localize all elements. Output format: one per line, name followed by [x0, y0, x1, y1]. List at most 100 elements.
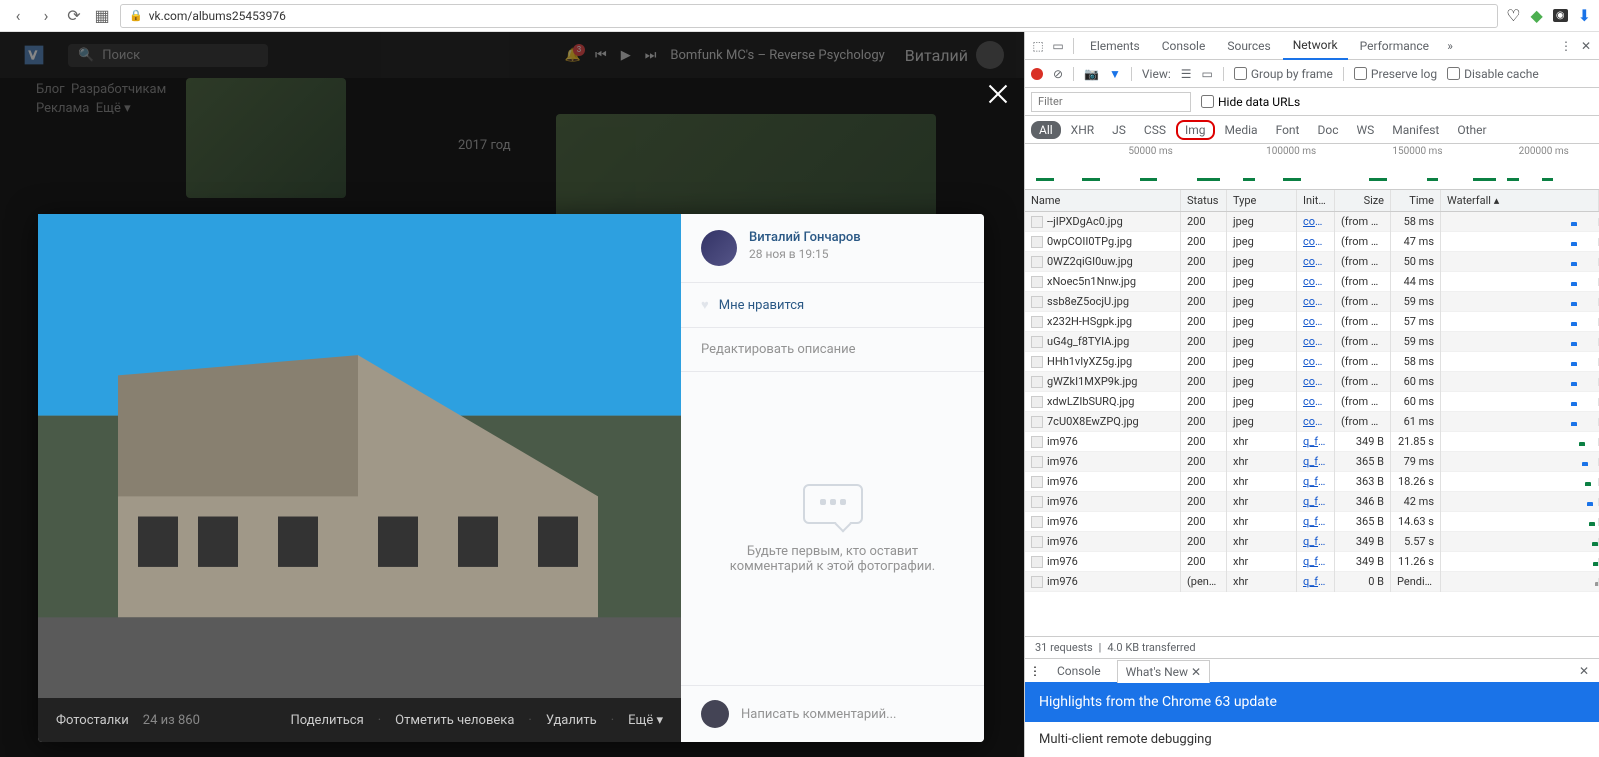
- tab-console[interactable]: Console: [1152, 33, 1216, 59]
- tag-button[interactable]: Отметить человека: [395, 713, 514, 728]
- disable-cache-checkbox[interactable]: Disable cache: [1447, 67, 1539, 81]
- tab-network[interactable]: Network: [1283, 32, 1348, 60]
- large-rows-icon[interactable]: ☰: [1181, 67, 1192, 81]
- author-name[interactable]: Виталий Гончаров: [749, 230, 861, 245]
- like-button[interactable]: ♥ Мне нравится: [681, 283, 984, 328]
- ext-icon[interactable]: ◉: [1553, 9, 1568, 22]
- tab-performance[interactable]: Performance: [1350, 33, 1439, 59]
- share-button[interactable]: Поделиться: [290, 713, 363, 728]
- devtools-panel: ⬚ ▭ Elements Console Sources Network Per…: [1024, 32, 1599, 757]
- next-track-icon[interactable]: ⏭: [645, 48, 657, 63]
- overview-icon[interactable]: ▭: [1202, 67, 1213, 81]
- album-name[interactable]: Фотосталки: [56, 713, 129, 728]
- table-row[interactable]: im976200xhrq_fr...365 B79 ms: [1025, 452, 1599, 472]
- type-filter-font[interactable]: Font: [1268, 121, 1308, 139]
- apps-button[interactable]: ▦: [92, 6, 112, 26]
- device-icon[interactable]: ▭: [1049, 37, 1067, 55]
- heart-icon[interactable]: ♡: [1506, 6, 1520, 25]
- table-row[interactable]: x232H-HSgpk.jpg200jpegcom...(from d...57…: [1025, 312, 1599, 332]
- more-tabs-icon[interactable]: »: [1441, 37, 1459, 55]
- col-size[interactable]: Size: [1335, 190, 1391, 211]
- close-button[interactable]: [986, 82, 1010, 106]
- table-row[interactable]: xNoec5n1Nnw.jpg200jpegcom...(from d...44…: [1025, 272, 1599, 292]
- tab-elements[interactable]: Elements: [1080, 33, 1150, 59]
- preserve-log-checkbox[interactable]: Preserve log: [1354, 67, 1437, 81]
- type-filter-media[interactable]: Media: [1217, 121, 1266, 139]
- play-icon[interactable]: ▶: [621, 48, 631, 63]
- shield-icon[interactable]: ◆: [1531, 6, 1543, 25]
- prev-track-icon[interactable]: ⏮: [595, 48, 607, 63]
- table-row[interactable]: 0wpCOII0TPg.jpg200jpegcom...(from d...47…: [1025, 232, 1599, 252]
- notification-icon[interactable]: 🔔3: [565, 48, 581, 63]
- reload-button[interactable]: ⟳: [64, 6, 84, 26]
- table-row[interactable]: im976200xhrq_fr...363 B18.26 s: [1025, 472, 1599, 492]
- table-row[interactable]: HHh1vIyXZ5g.jpg200jpegcom...(from d...58…: [1025, 352, 1599, 372]
- filter-icon[interactable]: ▼: [1109, 67, 1121, 81]
- view-label: View:: [1142, 67, 1171, 81]
- comment-input-row: Написать комментарий...: [681, 685, 984, 742]
- user-menu[interactable]: Виталий: [905, 41, 1004, 69]
- col-initiator[interactable]: Initi...: [1297, 190, 1335, 211]
- table-row[interactable]: --jIPXDgAc0.jpg200jpegcom...(from d...58…: [1025, 212, 1599, 232]
- table-row[interactable]: gWZkI1MXP9k.jpg200jpegcom...(from d...60…: [1025, 372, 1599, 392]
- filter-input[interactable]: [1031, 92, 1191, 112]
- clear-button[interactable]: ⊘: [1053, 67, 1063, 81]
- type-filter-other[interactable]: Other: [1449, 121, 1494, 139]
- tab-sources[interactable]: Sources: [1217, 33, 1280, 59]
- comment-field[interactable]: Написать комментарий...: [741, 707, 964, 722]
- more-button[interactable]: Ещё ▾: [628, 713, 663, 728]
- col-waterfall[interactable]: Waterfall ▴: [1441, 190, 1599, 211]
- inspect-icon[interactable]: ⬚: [1029, 37, 1047, 55]
- type-filter-manifest[interactable]: Manifest: [1384, 121, 1447, 139]
- table-row[interactable]: ssb8eZ5ocjU.jpg200jpegcom...(from d...59…: [1025, 292, 1599, 312]
- type-filter-img[interactable]: Img: [1176, 120, 1215, 140]
- photo-image[interactable]: [38, 214, 681, 698]
- drawer-close-icon[interactable]: ✕: [1573, 664, 1595, 678]
- now-playing[interactable]: Bomfunk MC's – Reverse Psychology: [670, 48, 884, 63]
- drawer-tab-whatsnew[interactable]: What's New ✕: [1117, 660, 1210, 683]
- col-name[interactable]: Name: [1025, 190, 1181, 211]
- table-row[interactable]: im976200xhrq_fr...349 B11.26 s: [1025, 552, 1599, 572]
- table-row[interactable]: 0WZ2qiGI0uw.jpg200jpegcom...(from d...50…: [1025, 252, 1599, 272]
- url-bar[interactable]: 🔒 vk.com/albums25453976: [120, 4, 1498, 28]
- table-row[interactable]: im976(pend...xhrq_fr...0 BPending: [1025, 572, 1599, 592]
- edit-description[interactable]: Редактировать описание: [681, 328, 984, 372]
- timeline-overview[interactable]: 50000 ms 100000 ms 150000 ms 200000 ms: [1025, 144, 1599, 190]
- type-filter-xhr[interactable]: XHR: [1063, 121, 1102, 139]
- type-filter-js[interactable]: JS: [1104, 121, 1134, 139]
- type-filter-all[interactable]: All: [1031, 121, 1061, 139]
- table-row[interactable]: 7cU0X8EwZPQ.jpg200jpegcom...(from d...61…: [1025, 412, 1599, 432]
- author-avatar[interactable]: [701, 230, 737, 266]
- group-frame-checkbox[interactable]: Group by frame: [1234, 67, 1333, 81]
- table-row[interactable]: im976200xhrq_fr...349 B5.57 s: [1025, 532, 1599, 552]
- forward-button[interactable]: ›: [36, 6, 56, 26]
- vk-logo-icon[interactable]: [20, 41, 48, 69]
- drawer-tab-console[interactable]: Console: [1049, 660, 1109, 682]
- delete-button[interactable]: Удалить: [546, 713, 597, 728]
- album-label[interactable]: 2017 год: [458, 138, 511, 153]
- search-input[interactable]: 🔍 Поиск: [68, 44, 268, 67]
- table-row[interactable]: im976200xhrq_fr...365 B14.63 s: [1025, 512, 1599, 532]
- hide-data-urls-checkbox[interactable]: Hide data URLs: [1201, 95, 1300, 109]
- table-row[interactable]: uG4g_f8TYIA.jpg200jpegcom...(from d...59…: [1025, 332, 1599, 352]
- record-button[interactable]: [1031, 68, 1043, 80]
- col-time[interactable]: Time: [1391, 190, 1441, 211]
- drawer-menu-icon[interactable]: ⋮: [1029, 664, 1041, 678]
- col-type[interactable]: Type: [1227, 190, 1297, 211]
- avatar: [976, 41, 1004, 69]
- url-text: vk.com/albums25453976: [149, 9, 286, 23]
- settings-icon[interactable]: ⋮: [1557, 37, 1575, 55]
- col-status[interactable]: Status: [1181, 190, 1227, 211]
- type-filter-css[interactable]: CSS: [1136, 121, 1174, 139]
- lock-icon: 🔒: [129, 9, 143, 22]
- type-filter-ws[interactable]: WS: [1348, 121, 1382, 139]
- table-row[interactable]: xdwLZIbSURQ.jpg200jpegcom...(from d...60…: [1025, 392, 1599, 412]
- table-row[interactable]: im976200xhrq_fr...346 B42 ms: [1025, 492, 1599, 512]
- type-filter-doc[interactable]: Doc: [1309, 121, 1346, 139]
- close-devtools-icon[interactable]: ✕: [1577, 37, 1595, 55]
- capture-icon[interactable]: 📷: [1084, 67, 1099, 81]
- download-icon[interactable]: ⬇: [1578, 6, 1591, 25]
- back-button[interactable]: ‹: [8, 6, 28, 26]
- table-row[interactable]: im976200xhrq_fr...349 B21.85 s: [1025, 432, 1599, 452]
- heart-icon: ♥: [701, 297, 709, 313]
